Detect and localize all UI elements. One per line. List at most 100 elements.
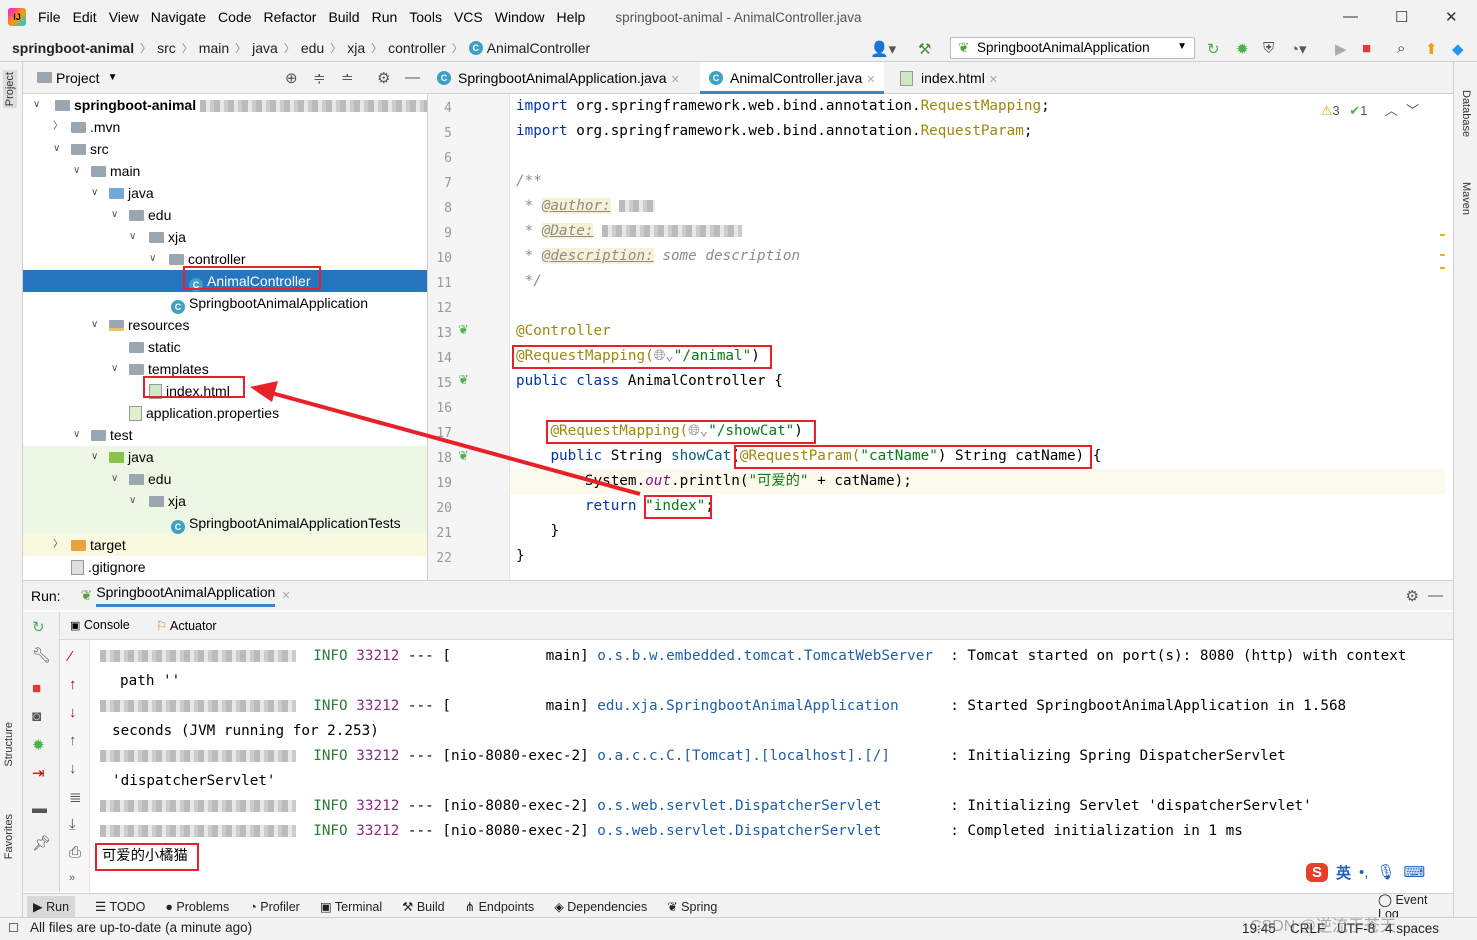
tree-item-src[interactable]: ∨ src (23, 138, 427, 160)
close-icon[interactable]: ✕ (866, 74, 875, 86)
tab-terminal[interactable]: ▣ Terminal (320, 899, 382, 914)
tab-todo[interactable]: ☰ TODO (95, 899, 145, 914)
print-icon[interactable]: ⎙ (69, 844, 81, 861)
tree-item-test-edu[interactable]: ∨ edu (23, 468, 427, 490)
tab-spring[interactable]: ❦ Spring (667, 899, 717, 914)
breadcrumb-controller[interactable]: controller (388, 40, 446, 56)
keyboard-icon[interactable]: ⌨ (1404, 863, 1426, 881)
scroll-end-icon[interactable]: ⤓ (69, 816, 76, 833)
run-config-tab[interactable]: SpringbootAnimalApplication (96, 584, 276, 607)
layout-icon[interactable]: ☐ (8, 921, 19, 935)
camera-icon[interactable]: ◙ (32, 708, 41, 725)
tree-item-test-xja[interactable]: ∨ xja (23, 490, 427, 512)
tab-actuator[interactable]: ⚐ Actuator (156, 618, 217, 633)
menu-window[interactable]: Window (489, 9, 551, 25)
pin-icon[interactable]: 📌︎ (32, 834, 51, 852)
tab-profiler[interactable]: ◔ Profiler (249, 900, 300, 914)
menu-build[interactable]: Build (322, 9, 365, 25)
run-config-select[interactable]: ❦ SpringbootAnimalApplication ▼ (950, 37, 1195, 59)
gear-icon[interactable]: ⚙ (1406, 587, 1419, 605)
close-icon[interactable]: ✕ (989, 74, 998, 86)
stop-icon[interactable]: ■ (1362, 40, 1371, 57)
more-icon[interactable]: » (69, 872, 75, 884)
tree-item-static[interactable]: static (23, 336, 427, 358)
breadcrumb-animalcontroller[interactable]: AnimalController (487, 40, 590, 56)
user-icon[interactable]: 👤▾ (870, 40, 896, 58)
ime-toolbar[interactable]: S 英 •, 🎙︎ ⌨ (1302, 856, 1452, 888)
tab-run[interactable]: ▶ Run (27, 896, 76, 917)
tree-item-java[interactable]: ∨ java (23, 182, 427, 204)
hide-icon[interactable]: — (1428, 587, 1443, 604)
update-icon[interactable]: ⬆ (1425, 40, 1438, 58)
layout-icon[interactable]: ▬ (32, 800, 47, 817)
project-tool-tab[interactable]: Project (3, 70, 17, 109)
breadcrumb-main[interactable]: main (199, 40, 229, 56)
hammer-icon[interactable]: ⚒ (918, 40, 931, 58)
console-output[interactable]: INFO 33212 --- [ main] o.s.b.w.embedded.… (90, 640, 1453, 892)
database-tool-tab[interactable]: Database (1460, 90, 1472, 137)
project-panel-title[interactable]: Project (56, 70, 100, 86)
wrench-icon[interactable]: 🔧︎ (32, 646, 51, 664)
close-icon[interactable]: ✕ (671, 74, 680, 86)
tree-item-test[interactable]: ∨ test (23, 424, 427, 446)
menu-refactor[interactable]: Refactor (258, 9, 323, 25)
debug-icon[interactable]: ✹ (1236, 40, 1249, 58)
tree-item-mvn[interactable]: 〉 .mvn (23, 116, 427, 138)
inspection-widget[interactable]: ⚠3 ✔1 ︿ ﹀ (1321, 100, 1419, 119)
maven-tool-tab[interactable]: Maven (1460, 182, 1472, 215)
locate-icon[interactable]: ⊕ (285, 69, 298, 87)
minimize-icon[interactable]: — (1343, 8, 1358, 25)
hide-icon[interactable]: — (405, 69, 420, 86)
tree-item-springbootanimalapplication[interactable]: C SpringbootAnimalApplication (23, 292, 427, 314)
clear-icon[interactable]: ⁄ (69, 648, 72, 665)
soft-wrap-icon[interactable]: ≣ (69, 788, 82, 806)
menu-vcs[interactable]: VCS (448, 9, 489, 25)
tree-item-gitignore[interactable]: .gitignore (23, 556, 427, 578)
menu-code[interactable]: Code (212, 9, 257, 25)
arrow-up-icon[interactable]: ↑ (69, 676, 77, 693)
tab-endpoints[interactable]: ⋔ Endpoints (465, 899, 535, 914)
maximize-icon[interactable]: ☐ (1395, 8, 1408, 26)
rerun-icon[interactable]: ↻ (32, 618, 45, 636)
search-icon[interactable]: ⌕ (1397, 40, 1405, 57)
structure-tool-tab[interactable]: Structure (3, 722, 15, 767)
tab-dependencies[interactable]: ◈ Dependencies (554, 899, 647, 914)
breadcrumb-project[interactable]: springboot-animal (12, 40, 134, 56)
close-icon[interactable]: ✕ (281, 589, 290, 602)
spring-bean-icon[interactable]: ❦ (458, 322, 469, 338)
gear-icon[interactable]: ⚙ (377, 69, 390, 87)
tree-item-test-java[interactable]: ∨ java (23, 446, 427, 468)
breadcrumb-src[interactable]: src (157, 40, 176, 56)
run-icon[interactable]: ▶ (1335, 40, 1347, 58)
close-icon[interactable]: ✕ (1445, 8, 1458, 26)
collapse-all-icon[interactable]: ≐ (341, 69, 354, 87)
tab-animalcontroller[interactable]: C AnimalController.java ✕ (700, 62, 884, 94)
coverage-icon[interactable]: ⛨ (1263, 40, 1274, 57)
menu-run[interactable]: Run (366, 9, 404, 25)
tab-problems[interactable]: ● Problems (165, 900, 229, 914)
plugin-icon[interactable]: ◆ (1452, 40, 1464, 58)
tab-build[interactable]: ⚒ Build (402, 899, 444, 914)
menu-navigate[interactable]: Navigate (145, 9, 212, 25)
breadcrumb-edu[interactable]: edu (301, 40, 324, 56)
expand-all-icon[interactable]: ≑ (313, 69, 326, 87)
menu-help[interactable]: Help (551, 9, 592, 25)
scroll-up-icon[interactable]: ↑ (69, 732, 77, 749)
spring-bean-icon[interactable]: ❦ (458, 372, 469, 388)
tree-item-xja[interactable]: ∨ xja (23, 226, 427, 248)
profile-icon[interactable]: ◔▾ (1290, 40, 1307, 58)
exit-icon[interactable]: ⇥ (32, 764, 45, 782)
tree-item-springboot-animal[interactable]: ∨ springboot-animal (23, 94, 427, 116)
debug-icon[interactable]: ✹ (32, 736, 45, 754)
menu-tools[interactable]: Tools (403, 9, 448, 25)
code-editor[interactable]: ⚠3 ✔1 ︿ ﹀ import org.springframework.web.… (510, 94, 1445, 580)
spring-endpoint-icon[interactable]: ❦ (458, 448, 469, 464)
tree-item-resources[interactable]: ∨ resources (23, 314, 427, 336)
tab-springbootanimalapplication[interactable]: C SpringbootAnimalApplication.java ✕ (428, 62, 688, 94)
tree-item-application-properties[interactable]: application.properties (23, 402, 427, 424)
menu-file[interactable]: File (32, 9, 67, 25)
menu-view[interactable]: View (103, 9, 145, 25)
rerun-icon[interactable]: ↻ (1207, 40, 1220, 58)
breadcrumb-xja[interactable]: xja (347, 40, 365, 56)
arrow-down-icon[interactable]: ↓ (69, 704, 77, 721)
